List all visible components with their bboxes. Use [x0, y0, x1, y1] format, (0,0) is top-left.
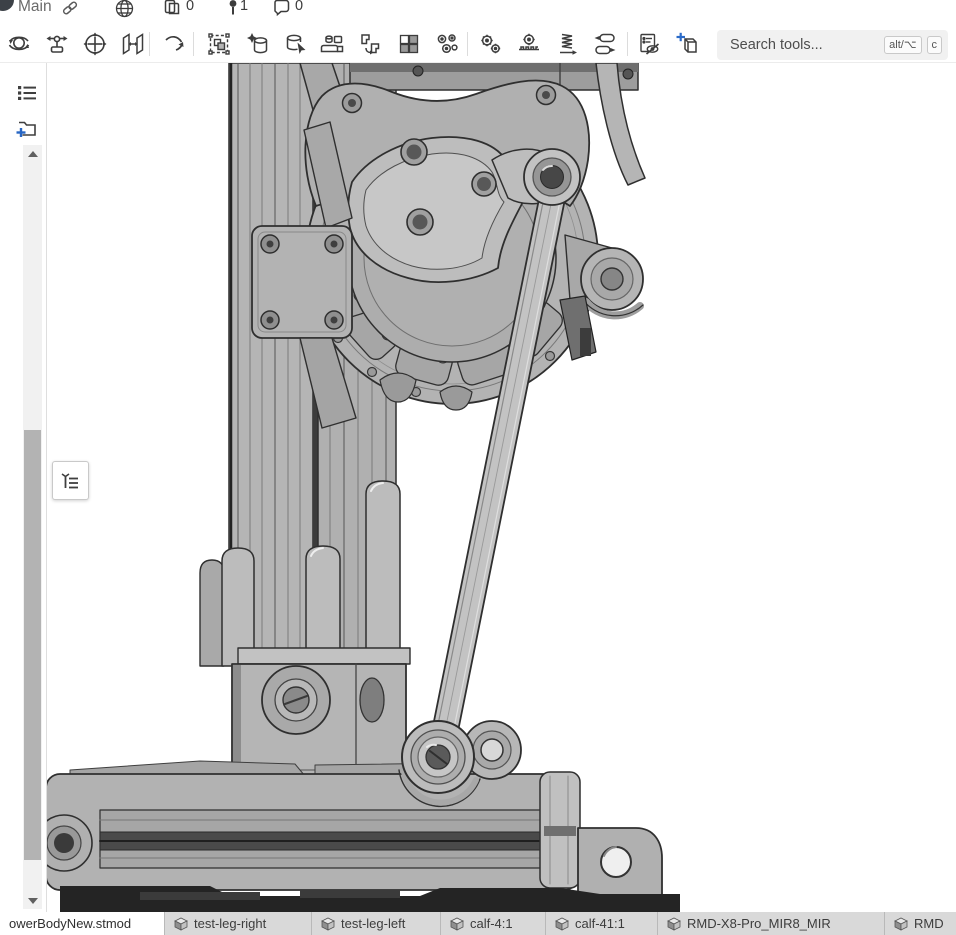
- part-cube-icon: [667, 917, 681, 931]
- pan-tool-icon[interactable]: [81, 30, 109, 58]
- mirror-tool-icon[interactable]: [119, 30, 147, 58]
- scroll-down-button[interactable]: [23, 892, 42, 909]
- left-scrollbar[interactable]: [23, 145, 42, 909]
- scroll-up-button[interactable]: [23, 145, 42, 162]
- assembly-toolbar: Search tools... alt/⌥ c: [0, 20, 956, 63]
- branches-count: 0: [295, 0, 303, 14]
- pins-count: 1: [240, 0, 248, 14]
- scroll-thumb[interactable]: [24, 430, 41, 860]
- copies-count: 0: [186, 0, 194, 14]
- document-tabs: owerBodyNew.stmod test-leg-right test-le…: [0, 912, 956, 935]
- search-tools-box[interactable]: Search tools... alt/⌥ c: [717, 30, 948, 60]
- screw-relation-tool-icon[interactable]: [553, 30, 581, 58]
- shortcut-badge-alt: alt/⌥: [884, 36, 921, 54]
- search-tools-placeholder: Search tools...: [730, 37, 823, 53]
- share-link-icon[interactable]: [61, 0, 79, 17]
- tab-label: calf-4:1: [470, 916, 513, 931]
- copies-icon[interactable]: [163, 0, 181, 17]
- rack-pinion-relation-tool-icon[interactable]: [515, 30, 543, 58]
- public-globe-icon[interactable]: [115, 0, 134, 18]
- tab-label: RMD: [914, 916, 944, 931]
- pattern-tool-icon[interactable]: [357, 30, 385, 58]
- tab-rmd-x8-pro[interactable]: RMD-X8-Pro_MIR8_MIR: [657, 912, 884, 935]
- replicate-tool-icon[interactable]: [433, 30, 461, 58]
- branches-icon[interactable]: [273, 0, 292, 17]
- gear-relation-tool-icon[interactable]: [477, 30, 505, 58]
- part-cube-icon: [894, 917, 908, 931]
- tab-calf-4[interactable]: calf-4:1: [440, 912, 545, 935]
- tab-lowerbodynew[interactable]: owerBodyNew.stmod: [0, 912, 164, 935]
- translate-tool-icon[interactable]: [43, 30, 71, 58]
- workspace-name[interactable]: Main: [18, 0, 52, 16]
- tab-label: test-leg-left: [341, 916, 405, 931]
- tab-calf-41[interactable]: calf-41:1: [545, 912, 657, 935]
- pins-icon[interactable]: [226, 0, 240, 17]
- part-cube-icon: [174, 917, 188, 931]
- feature-list-flyout-icon: [60, 470, 82, 492]
- feature-list-flyout-button[interactable]: [52, 461, 89, 500]
- document-bar: Main 0 1: [0, 0, 956, 20]
- linear-pattern-tool-icon[interactable]: [395, 30, 423, 58]
- tab-test-leg-left[interactable]: test-leg-left: [311, 912, 440, 935]
- instance-list-icon[interactable]: [14, 80, 40, 106]
- tab-label: calf-41:1: [575, 916, 625, 931]
- insert-parts-tool-icon[interactable]: [319, 30, 347, 58]
- onshape-app-window: Main 0 1: [0, 0, 956, 935]
- show-hidden-tool-icon[interactable]: [635, 30, 663, 58]
- snap-tool-icon[interactable]: [161, 30, 189, 58]
- tab-rmd[interactable]: RMD: [884, 912, 956, 935]
- insert-folder-icon[interactable]: [14, 115, 40, 141]
- tab-test-leg-right[interactable]: test-leg-right: [164, 912, 311, 935]
- rotate-tool-icon[interactable]: [5, 30, 33, 58]
- tab-label: RMD-X8-Pro_MIR8_MIR: [687, 916, 831, 931]
- tab-label: owerBodyNew.stmod: [9, 916, 131, 931]
- transform-tool-icon[interactable]: [205, 30, 233, 58]
- version-dot-icon: [0, 0, 14, 11]
- part-cube-icon: [321, 917, 335, 931]
- tab-label: test-leg-right: [194, 916, 266, 931]
- part-cube-icon: [555, 917, 569, 931]
- leg-assembly-model: [47, 63, 956, 912]
- replace-instance-tool-icon[interactable]: [282, 30, 310, 58]
- add-instance-tool-icon[interactable]: [673, 30, 701, 58]
- part-cube-icon: [450, 917, 464, 931]
- belt-relation-tool-icon[interactable]: [591, 30, 619, 58]
- shortcut-badge-c: c: [927, 36, 943, 54]
- mate-tool-icon[interactable]: [244, 30, 272, 58]
- 3d-viewport[interactable]: [47, 63, 956, 912]
